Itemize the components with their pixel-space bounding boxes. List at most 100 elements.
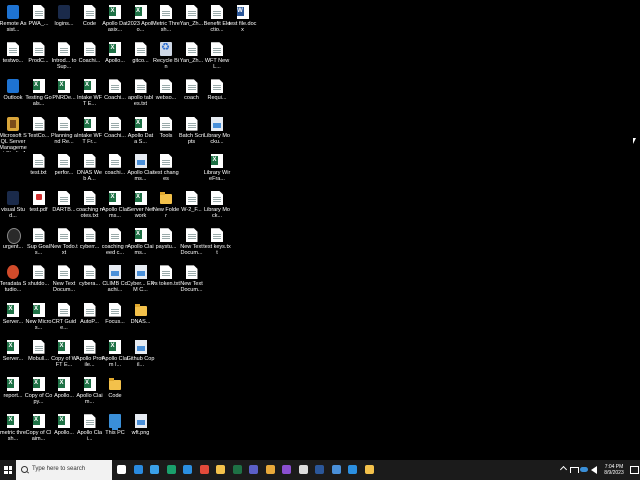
desktop-item[interactable]: Coachi... (78, 41, 102, 79)
file-explorer-icon[interactable] (150, 465, 159, 474)
desktop-item[interactable]: Requi... (205, 78, 229, 116)
desktop-item[interactable]: DARTB... (52, 190, 76, 228)
desktop-item[interactable]: Library Mock... (204, 190, 230, 228)
word-icon[interactable] (315, 465, 324, 474)
desktop-item[interactable]: coachi... (103, 153, 127, 191)
desktop-item[interactable]: Teradata Studio... (0, 264, 26, 302)
desktop-item[interactable]: Apollo... (52, 413, 76, 451)
desktop-item[interactable]: Outlook (1, 78, 25, 116)
desktop-item[interactable]: Apollo Claims... (127, 153, 154, 191)
vscode-2-icon[interactable] (348, 465, 357, 474)
folder-icon[interactable] (216, 465, 225, 474)
desktop-item[interactable]: perfor... (52, 153, 76, 191)
desktop-item[interactable]: Apollo... (52, 376, 76, 414)
desktop-item[interactable]: New Text Docum... (52, 264, 76, 302)
desktop-item[interactable]: webso... (154, 78, 178, 116)
desktop-item[interactable]: Microsoft SQL Server Management Studio 1… (0, 116, 27, 154)
desktop-item[interactable]: gitco... (129, 41, 153, 79)
desktop-item[interactable]: wft.png (129, 413, 153, 451)
desktop-item[interactable]: test.pdf (27, 190, 51, 228)
desktop-item[interactable]: Mobull... (27, 339, 51, 377)
desktop-item[interactable]: test keys.txt (203, 227, 231, 265)
desktop-item[interactable]: W-2_F... (180, 190, 204, 228)
desktop-item[interactable]: Apollo Claim... (76, 376, 103, 414)
notifications-button[interactable] (628, 460, 640, 480)
desktop-item[interactable]: Recycle Bin (153, 41, 179, 79)
desktop-item[interactable]: Github Copil... (127, 339, 154, 377)
desktop-item[interactable]: Copy of Copy... (25, 376, 52, 414)
desktop-item[interactable]: PNRDe... (52, 78, 76, 116)
chrome-icon[interactable] (199, 465, 209, 474)
network-icon[interactable] (570, 467, 579, 473)
desktop-item[interactable]: visual Stud... (1, 190, 25, 228)
start-button[interactable] (0, 460, 16, 480)
desktop-item[interactable]: New Folder (153, 190, 179, 228)
desktop-item[interactable]: urgent... (1, 227, 25, 265)
desktop-item[interactable]: test file.docx (229, 4, 256, 42)
clock[interactable]: 7:04 PM 8/9/2023 (600, 460, 628, 480)
vscode-icon[interactable] (183, 465, 192, 474)
desktop-item[interactable]: Focus... (103, 302, 127, 340)
chevron-up-icon[interactable] (559, 465, 568, 474)
onenote-icon[interactable] (331, 465, 341, 474)
desktop-item[interactable]: Apollo Claim I... (102, 339, 128, 377)
desktop-item[interactable]: New Text Docum... (180, 227, 204, 265)
powerbi-icon[interactable] (265, 465, 275, 474)
desktop-item[interactable]: Copy of Claim... (26, 413, 51, 451)
desktop-item[interactable]: Coachi... (103, 78, 127, 116)
desktop-item[interactable]: report... (1, 376, 25, 414)
desktop-item[interactable]: DNAS Web A... (77, 153, 102, 191)
desktop-item[interactable]: ProdC... (27, 41, 51, 79)
desktop-item[interactable]: test changes (153, 153, 179, 191)
desktop-item[interactable]: Server... (1, 339, 25, 377)
edge-icon[interactable] (133, 465, 143, 474)
desktop-item[interactable]: CLIMB Coachi... (102, 264, 128, 302)
desktop-item[interactable]: apollo tables.txt (128, 78, 153, 116)
desktop-item[interactable]: Library WireFra... (204, 153, 230, 191)
desktop-item[interactable]: Batch Scripts (179, 116, 204, 154)
desktop-item[interactable]: Apollo... (103, 41, 127, 79)
desktop-item[interactable]: Copy of WFT E... (51, 339, 77, 377)
desktop-item[interactable]: metric thresh... (0, 413, 26, 451)
excel-icon[interactable] (232, 465, 242, 474)
desktop-item[interactable]: Apollo Claims... (127, 227, 154, 265)
onedrive-icon[interactable] (580, 467, 588, 472)
desktop-item[interactable]: Benefit Electio... (204, 4, 230, 42)
desktop-item[interactable]: Introd... to Sup... (52, 41, 76, 79)
desktop-item[interactable]: Intake WFT E... (77, 78, 102, 116)
desktop-item[interactable]: Apollo Datasix... (102, 4, 128, 42)
desktop-item[interactable]: Intake WFT Fr... (77, 116, 102, 154)
visual-studio-taskbar-icon[interactable] (282, 465, 291, 474)
desktop-item[interactable]: New Todo.txt (50, 227, 78, 265)
volume-icon[interactable] (591, 466, 597, 474)
desktop-item[interactable]: Apollo Profile... (76, 339, 103, 377)
desktop-item[interactable]: Server Network (127, 190, 154, 228)
desktop-item[interactable]: Code (78, 4, 102, 42)
desktop-item[interactable]: New Micros... (26, 302, 51, 340)
desktop-item[interactable]: coaching need c... (102, 227, 128, 265)
desktop-item[interactable]: Server... (1, 302, 25, 340)
desktop-item[interactable]: Metric Thresh... (152, 4, 180, 42)
task-view-icon[interactable] (117, 465, 126, 474)
desktop-item[interactable]: PWA_... (27, 4, 51, 42)
desktop-item[interactable]: DNAS... (129, 302, 153, 340)
desktop-item[interactable]: cybera... (78, 264, 102, 302)
desktop-item[interactable]: Testing Goals... (25, 78, 52, 116)
app-icon[interactable] (298, 465, 308, 474)
desktop-item[interactable]: test.txt (27, 153, 51, 191)
desktop-item[interactable]: Cyber... EPM C... (127, 264, 154, 302)
desktop-item[interactable]: Coachi... (103, 116, 127, 154)
desktop-item[interactable]: logins... (52, 4, 76, 42)
desktop-item[interactable]: cyberr... (78, 227, 102, 265)
desktop-item[interactable]: Sup Goals... (27, 227, 51, 265)
desktop-item[interactable]: This PC (103, 413, 127, 451)
desktop-item[interactable]: CRT Guide... (52, 302, 76, 340)
desktop-item[interactable]: shutdo... (27, 264, 51, 302)
desktop-item[interactable]: Yan_Zh... (180, 4, 204, 42)
edge-2-icon[interactable] (166, 465, 176, 474)
desktop-item[interactable]: New Text Docum... (180, 264, 204, 302)
teams-icon[interactable] (249, 465, 258, 474)
desktop-item[interactable]: vs token.txt (152, 264, 180, 302)
desktop-item[interactable]: TestCo... (27, 116, 51, 154)
desktop-item[interactable]: 2023 Apollo... (128, 4, 153, 42)
